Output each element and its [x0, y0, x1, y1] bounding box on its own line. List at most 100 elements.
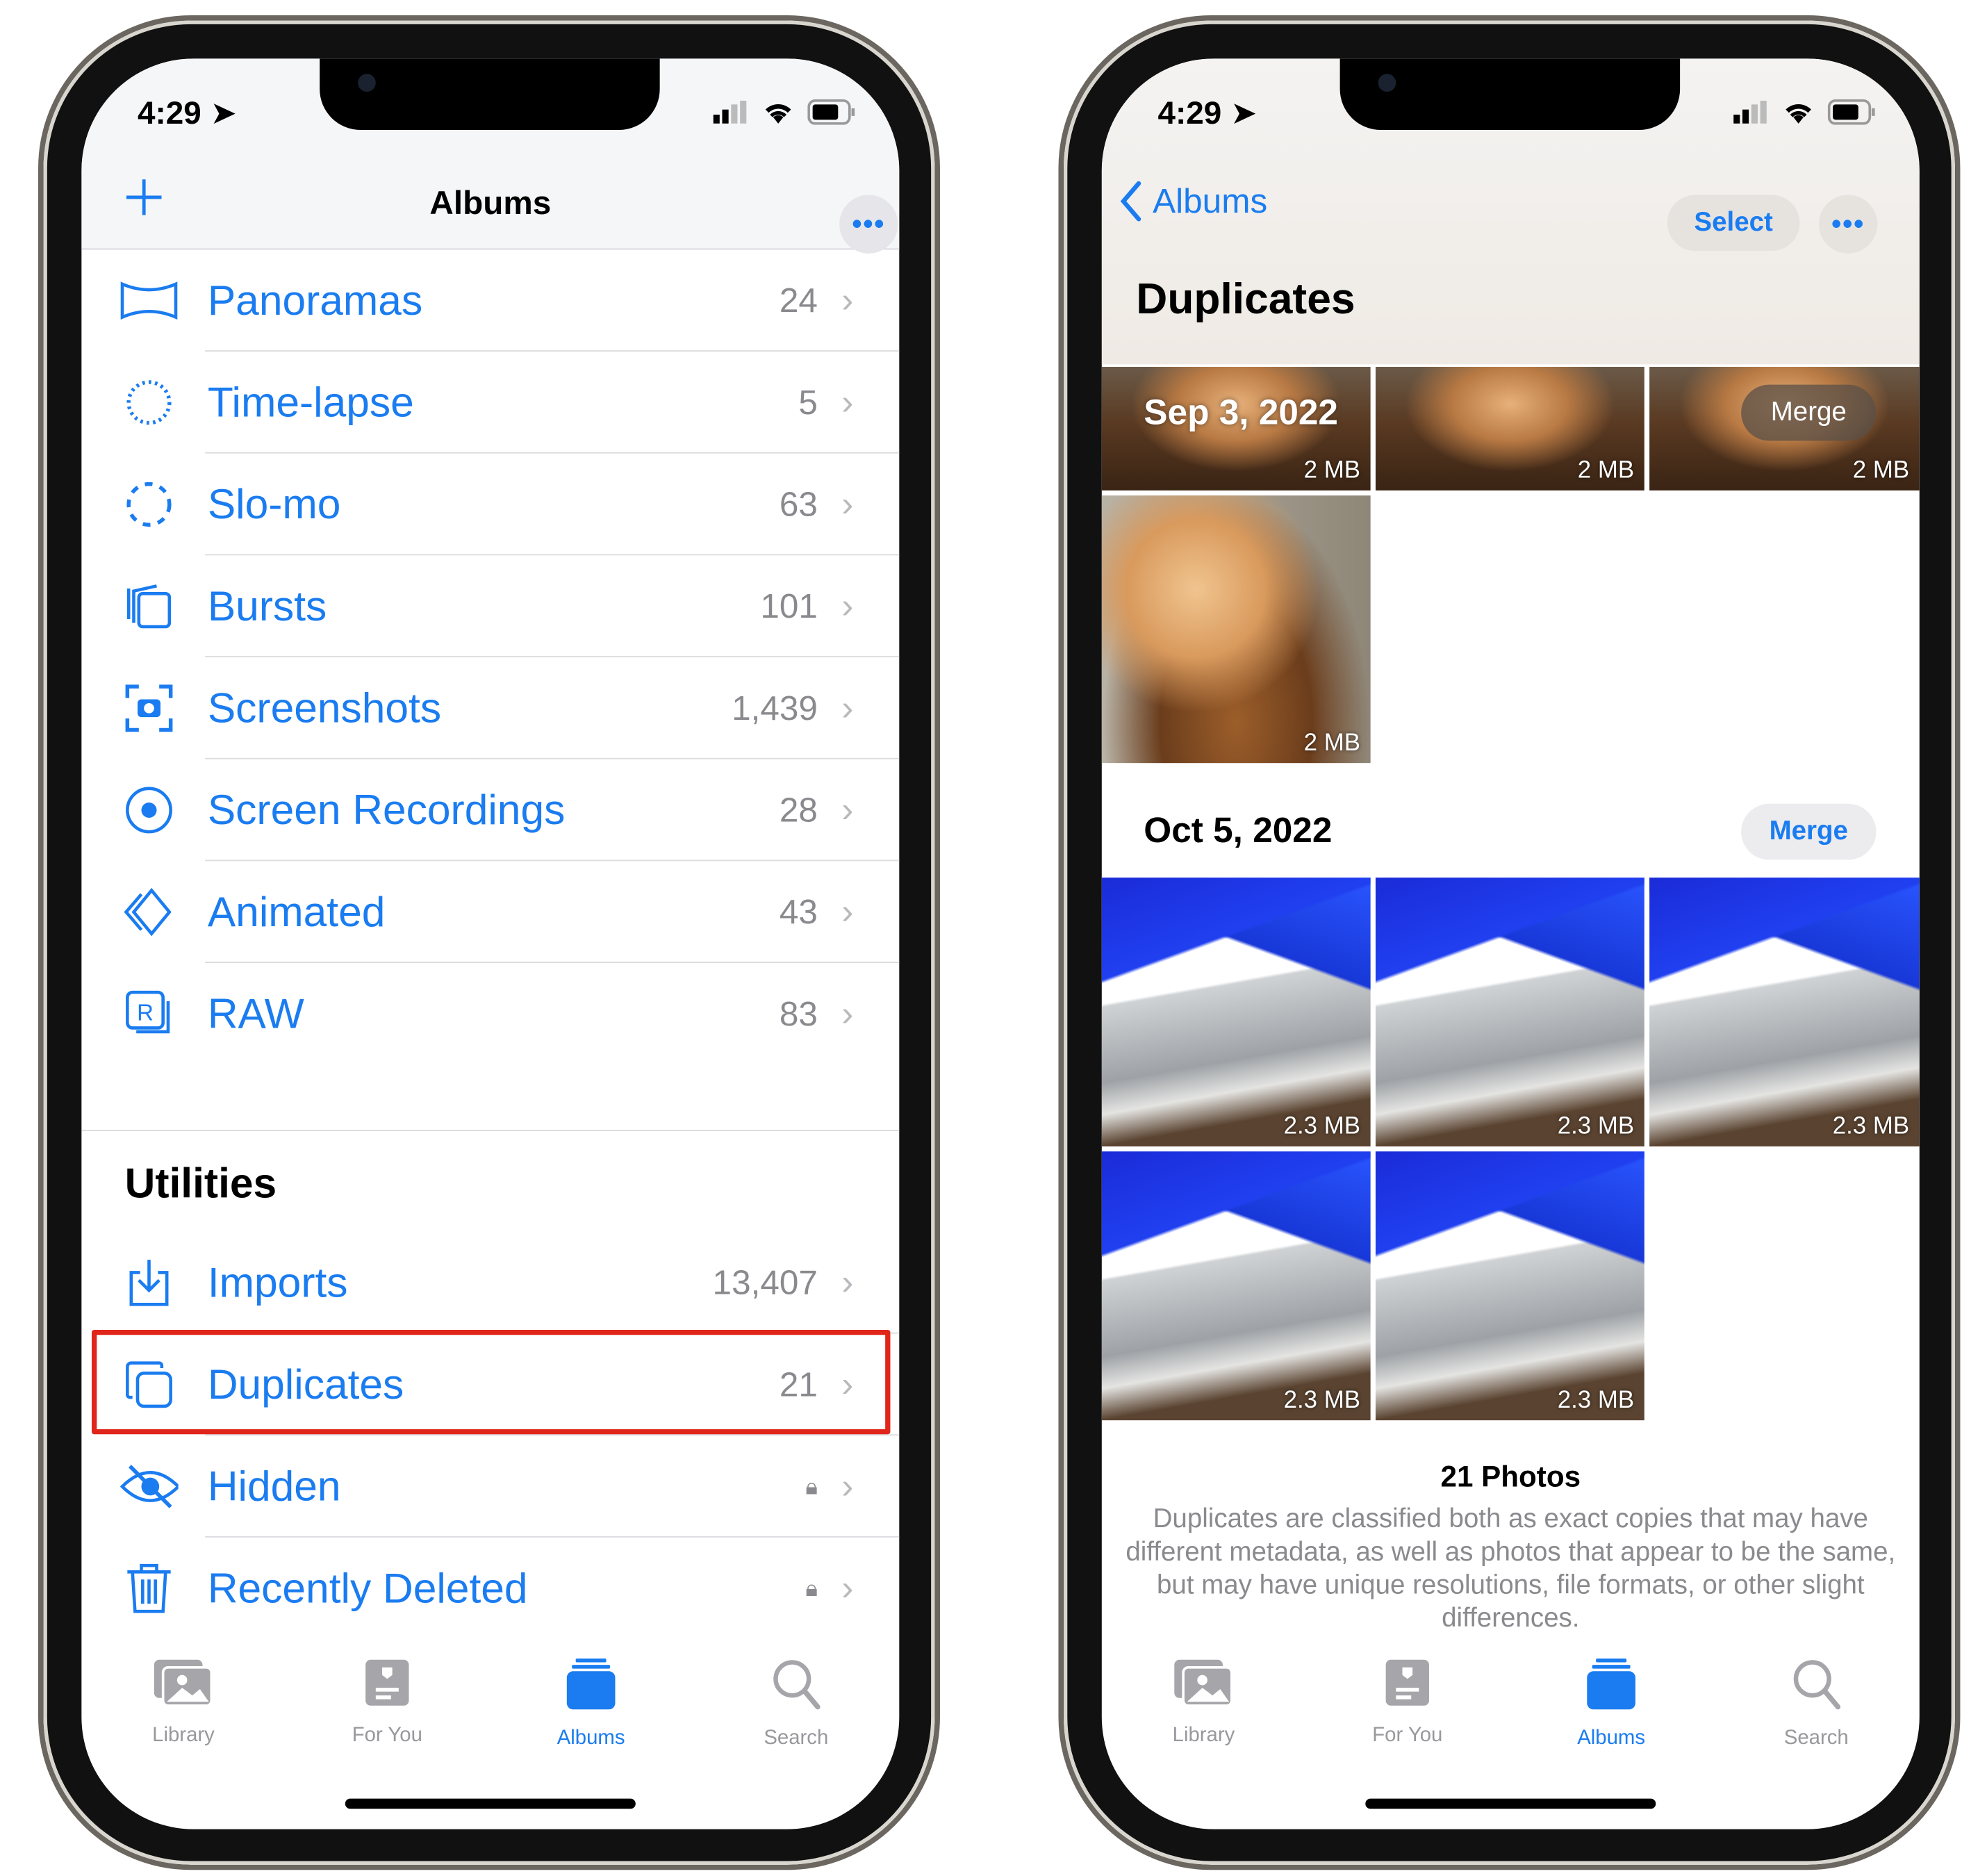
tab-for-you[interactable]: For You — [1331, 1657, 1484, 1747]
page-title: Duplicates — [1136, 274, 1355, 324]
chevron-right-icon: › — [841, 484, 854, 524]
chevron-right-icon: › — [841, 586, 854, 626]
chevron-right-icon: › — [841, 1568, 854, 1608]
record-icon — [119, 781, 178, 839]
status-time: 4:29 ➤ — [1157, 95, 1258, 131]
tab-library[interactable]: Library — [107, 1657, 260, 1747]
album-row-animated[interactable]: Animated 43 › — [81, 861, 900, 963]
tab-albums[interactable]: Albums — [1535, 1657, 1688, 1750]
chevron-right-icon: › — [841, 1262, 854, 1302]
photo-thumbnail[interactable]: 2 MB — [1101, 495, 1371, 764]
more-button[interactable]: ••• — [839, 195, 898, 254]
tab-library[interactable]: Library — [1127, 1657, 1280, 1747]
album-row-raw[interactable]: R RAW 83 › — [81, 963, 899, 1065]
status-icons — [1733, 99, 1876, 125]
photo-thumbnail[interactable]: 2.3 MB — [1375, 1151, 1644, 1421]
home-indicator — [1365, 1798, 1656, 1809]
group-date: Sep 3, 2022 — [1144, 392, 1338, 432]
album-label: Imports — [207, 1258, 348, 1306]
photo-count: 21 Photos — [1440, 1459, 1581, 1493]
location-arrow-icon: ➤ — [1230, 95, 1258, 131]
svg-text:R: R — [137, 999, 154, 1025]
tab-label: Albums — [556, 1727, 625, 1750]
trash-icon — [119, 1559, 178, 1618]
merge-button[interactable]: Merge — [1741, 384, 1877, 441]
wifi-icon — [765, 104, 791, 124]
album-row-screen-recordings[interactable]: Screen Recordings 28 › — [81, 759, 900, 862]
eye-slash-icon — [119, 1457, 179, 1515]
location-arrow-icon: ➤ — [210, 95, 237, 131]
group-date: Oct 5, 2022 — [1144, 809, 1333, 850]
tab-search[interactable]: Search — [720, 1657, 873, 1750]
album-count: 13,407 — [712, 1262, 818, 1301]
tab-label: Library — [1172, 1725, 1235, 1747]
photo-thumbnail[interactable]: 2 MB — [1375, 366, 1644, 491]
notch — [320, 58, 660, 130]
back-button[interactable]: Albums — [1119, 181, 1267, 222]
tab-for-you[interactable]: For You — [311, 1657, 463, 1747]
album-row-time-lapse[interactable]: Time-lapse 5 › — [81, 352, 900, 454]
album-label: Screen Recordings — [207, 786, 566, 833]
album-label: Recently Deleted — [207, 1564, 528, 1612]
chevron-right-icon: › — [841, 993, 854, 1033]
timelapse-icon — [119, 373, 178, 431]
ellipsis-icon: ••• — [852, 207, 886, 240]
tab-bar: Library For You Albums Search — [1102, 1657, 1920, 1759]
tab-label: Albums — [1577, 1727, 1646, 1750]
tab-search[interactable]: Search — [1740, 1657, 1893, 1750]
slomo-icon — [119, 475, 178, 534]
merge-button[interactable]: Merge — [1741, 803, 1877, 860]
duplicates-screen: 4:29 ➤ Albums Select ••• Duplicates 2 MB… — [1101, 58, 1920, 1829]
select-button[interactable]: Select — [1667, 195, 1800, 252]
notch — [1339, 58, 1681, 130]
album-row-imports[interactable]: Imports 13,407 › — [81, 1232, 900, 1334]
album-label: RAW — [207, 989, 304, 1037]
photo-thumbnail[interactable]: 2.3 MB — [1375, 878, 1644, 1146]
album-count: 28 — [779, 790, 818, 829]
tab-label: Search — [1783, 1727, 1849, 1750]
album-count: 63 — [779, 484, 818, 523]
album-row-bursts[interactable]: Bursts 101 › — [81, 555, 900, 657]
album-label: Screenshots — [207, 684, 442, 732]
lock-icon: 🔒︎ — [805, 1473, 818, 1499]
duplicates-highlight-box — [91, 1329, 891, 1435]
photo-thumbnail[interactable]: 2.3 MB — [1101, 1151, 1371, 1421]
album-row-slo-mo[interactable]: Slo-mo 63 › — [81, 454, 900, 556]
album-label: Animated — [207, 887, 386, 935]
wifi-icon — [1786, 104, 1811, 124]
album-row-panoramas[interactable]: Panoramas 24 › — [81, 249, 900, 352]
lock-icon: 🔒︎ — [805, 1574, 818, 1601]
album-count: 5 — [798, 382, 818, 421]
signal-icon — [713, 100, 747, 124]
albums-screen: 4:29 ➤ ＋ Albums ••• Panoramas 24 › Time-l… — [81, 58, 900, 1829]
for-you-icon — [1382, 1657, 1433, 1711]
photo-thumbnail[interactable]: 2.3 MB — [1101, 878, 1371, 1146]
album-count: 101 — [760, 586, 818, 625]
raw-icon: R — [119, 985, 178, 1043]
album-count: 1,439 — [732, 688, 818, 727]
battery-icon — [1827, 99, 1875, 125]
home-indicator — [345, 1798, 636, 1809]
ellipsis-icon: ••• — [1831, 207, 1865, 240]
albums-icon — [566, 1657, 616, 1711]
screenshot-icon — [119, 679, 178, 737]
phone-left: 4:29 ➤ ＋ Albums ••• Panoramas 24 › Time-l… — [38, 15, 940, 1870]
album-count: 83 — [779, 994, 818, 1032]
album-row-screenshots[interactable]: Screenshots 1,439 › — [81, 657, 900, 759]
chevron-right-icon: › — [841, 381, 854, 422]
photo-thumbnail[interactable]: 2.3 MB — [1649, 878, 1920, 1146]
search-icon — [1791, 1657, 1842, 1711]
phone-right: 4:29 ➤ Albums Select ••• Duplicates 2 MB… — [1058, 15, 1961, 1870]
albums-icon — [1585, 1657, 1636, 1711]
chevron-right-icon: › — [841, 891, 854, 932]
search-icon — [770, 1657, 821, 1711]
battery-icon — [807, 99, 855, 125]
for-you-icon — [362, 1657, 413, 1711]
album-row-recently-deleted[interactable]: Recently Deleted 🔒︎ › — [81, 1538, 899, 1640]
album-label: Bursts — [207, 582, 327, 630]
album-row-hidden[interactable]: Hidden 🔒︎ › — [81, 1435, 900, 1538]
album-count: 43 — [779, 892, 818, 931]
duplicates-description: Duplicates are classified both as exact … — [1126, 1504, 1896, 1634]
more-button[interactable]: ••• — [1818, 195, 1878, 254]
tab-albums[interactable]: Albums — [515, 1657, 668, 1750]
